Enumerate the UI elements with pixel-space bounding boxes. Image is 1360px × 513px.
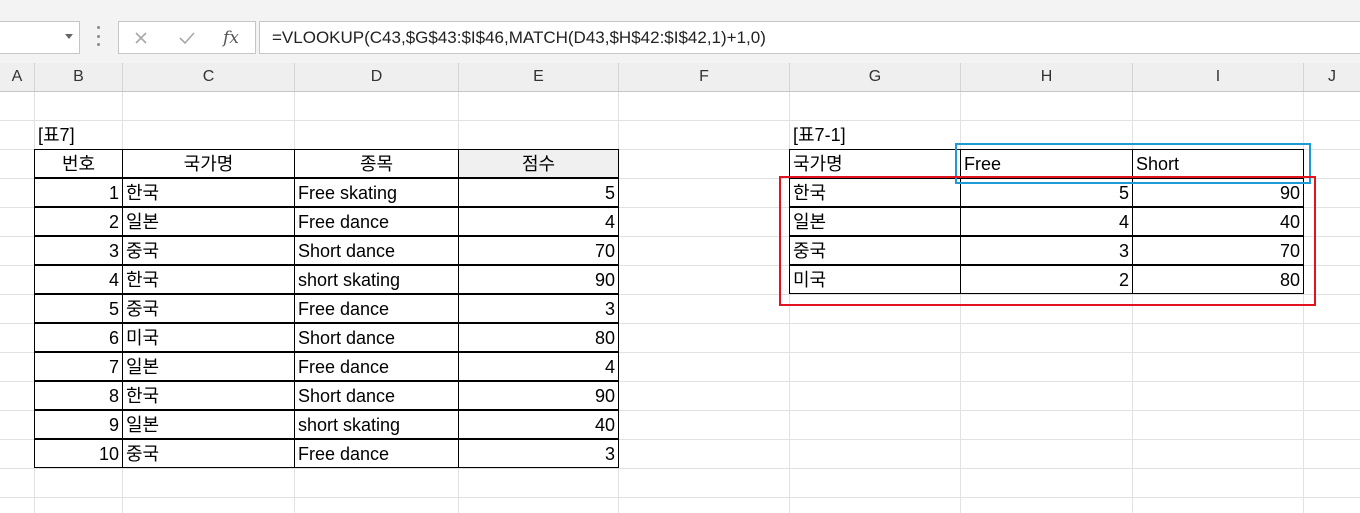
table7-cell-event[interactable]: Free dance — [294, 207, 459, 236]
drag-handle-icon[interactable] — [96, 26, 100, 46]
table7-cell-num[interactable]: 5 — [34, 294, 123, 323]
table7-cell-score[interactable]: 4 — [458, 207, 619, 236]
table71-cell-short[interactable]: 40 — [1132, 207, 1304, 236]
column-header-i[interactable]: I — [1133, 63, 1304, 91]
table7-cell-country[interactable]: 일본 — [122, 207, 295, 236]
chevron-down-icon[interactable] — [65, 34, 73, 39]
function-icon: fx — [223, 27, 239, 48]
column-header-a[interactable]: A — [0, 63, 35, 91]
column-header-g[interactable]: G — [790, 63, 961, 91]
table71-cell-short[interactable]: 90 — [1132, 178, 1304, 207]
formula-input[interactable]: =VLOOKUP(C43,$G$43:$I$46,MATCH(D43,$H$42… — [259, 21, 1360, 54]
table7-cell-country[interactable]: 한국 — [122, 265, 295, 294]
table7-cell-score[interactable]: 80 — [458, 323, 619, 352]
table7-cell-score[interactable]: 70 — [458, 236, 619, 265]
table71-cell-short[interactable]: 70 — [1132, 236, 1304, 265]
insert-function-button[interactable]: fx — [211, 22, 251, 53]
table7-cell-event[interactable]: Free dance — [294, 439, 459, 468]
table71-header-country[interactable]: 국가명 — [789, 149, 961, 178]
table7-cell-num[interactable]: 3 — [34, 236, 123, 265]
table71-title[interactable]: [표7-1] — [790, 121, 930, 150]
table71-cell-free[interactable]: 3 — [960, 236, 1133, 265]
column-header-f[interactable]: F — [619, 63, 790, 91]
column-header-h[interactable]: H — [961, 63, 1133, 91]
table7-cell-event[interactable]: short skating — [294, 265, 459, 294]
table71-cell-country[interactable]: 미국 — [789, 265, 961, 294]
enter-button[interactable] — [167, 22, 207, 53]
name-box[interactable] — [0, 21, 80, 54]
column-header-d[interactable]: D — [295, 63, 459, 91]
check-icon — [179, 31, 195, 44]
table7-cell-score[interactable]: 90 — [458, 265, 619, 294]
table7-cell-country[interactable]: 중국 — [122, 439, 295, 468]
table7-cell-country[interactable]: 일본 — [122, 410, 295, 439]
table7-cell-num[interactable]: 6 — [34, 323, 123, 352]
table7-cell-num[interactable]: 7 — [34, 352, 123, 381]
table71-header-short[interactable]: Short — [1132, 149, 1304, 178]
column-headers: A B C D E F G H I J — [0, 63, 1360, 92]
column-header-c[interactable]: C — [123, 63, 295, 91]
table7-cell-num[interactable]: 8 — [34, 381, 123, 410]
table7-cell-country[interactable]: 한국 — [122, 381, 295, 410]
table7-cell-event[interactable]: Short dance — [294, 323, 459, 352]
table7-cell-event[interactable]: Free dance — [294, 294, 459, 323]
column-header-j[interactable]: J — [1304, 63, 1360, 91]
table7-cell-event[interactable]: Short dance — [294, 381, 459, 410]
column-header-b[interactable]: B — [35, 63, 123, 91]
column-header-e[interactable]: E — [459, 63, 619, 91]
table7-cell-score[interactable]: 90 — [458, 381, 619, 410]
table71-cell-free[interactable]: 4 — [960, 207, 1133, 236]
x-icon — [135, 31, 147, 44]
table71-cell-free[interactable]: 2 — [960, 265, 1133, 294]
table7-cell-country[interactable]: 중국 — [122, 236, 295, 265]
table7-cell-num[interactable]: 2 — [34, 207, 123, 236]
table7-cell-num[interactable]: 10 — [34, 439, 123, 468]
cancel-button[interactable] — [121, 22, 161, 53]
table7-header-country[interactable]: 국가명 — [122, 149, 295, 178]
table7-cell-event[interactable]: short skating — [294, 410, 459, 439]
table7-header-event[interactable]: 종목 — [294, 149, 459, 178]
table7-cell-score[interactable]: 3 — [458, 294, 619, 323]
table7-cell-event[interactable]: Free skating — [294, 178, 459, 207]
table7-header-num[interactable]: 번호 — [34, 149, 123, 178]
table7-cell-country[interactable]: 일본 — [122, 352, 295, 381]
table7-cell-country[interactable]: 한국 — [122, 178, 295, 207]
formula-bar: fx =VLOOKUP(C43,$G$43:$I$46,MATCH(D43,$H… — [0, 6, 1360, 64]
table71-cell-country[interactable]: 중국 — [789, 236, 961, 265]
table7-cell-event[interactable]: Free dance — [294, 352, 459, 381]
table7-cell-num[interactable]: 9 — [34, 410, 123, 439]
formula-buttons: fx — [118, 21, 256, 54]
table7-header-score[interactable]: 점수 — [458, 149, 619, 178]
table7-cell-score[interactable]: 5 — [458, 178, 619, 207]
table71-header-free[interactable]: Free — [960, 149, 1133, 178]
table7-title[interactable]: [표7] — [35, 121, 155, 150]
table7-cell-event[interactable]: Short dance — [294, 236, 459, 265]
table71-cell-country[interactable]: 한국 — [789, 178, 961, 207]
table7-cell-score[interactable]: 3 — [458, 439, 619, 468]
table7-cell-score[interactable]: 4 — [458, 352, 619, 381]
table7-cell-num[interactable]: 1 — [34, 178, 123, 207]
table7-cell-num[interactable]: 4 — [34, 265, 123, 294]
table7-cell-country[interactable]: 중국 — [122, 294, 295, 323]
table71-cell-free[interactable]: 5 — [960, 178, 1133, 207]
table71-cell-short[interactable]: 80 — [1132, 265, 1304, 294]
table7-cell-score[interactable]: 40 — [458, 410, 619, 439]
table71-cell-country[interactable]: 일본 — [789, 207, 961, 236]
table7-cell-country[interactable]: 미국 — [122, 323, 295, 352]
